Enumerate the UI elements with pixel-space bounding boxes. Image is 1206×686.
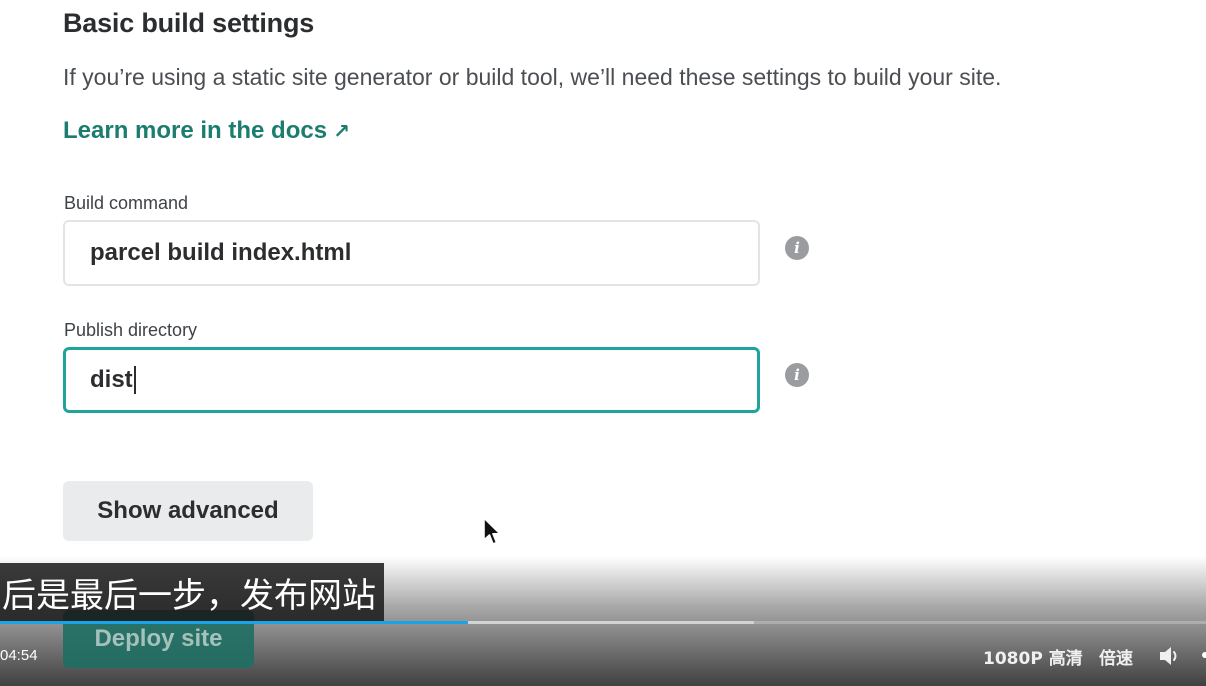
- video-progress-bar[interactable]: [0, 621, 1206, 624]
- build-command-info-icon[interactable]: i: [785, 236, 809, 260]
- video-current-time: 04:54: [0, 647, 38, 664]
- build-command-value: parcel build index.html: [90, 239, 352, 266]
- build-command-input[interactable]: parcel build index.html: [63, 220, 760, 286]
- publish-directory-label: Publish directory: [64, 320, 198, 340]
- quality-selector[interactable]: 1080P 高清: [983, 644, 1083, 669]
- section-title: Basic build settings: [63, 8, 315, 38]
- build-settings-page: Basic build settings If you’re using a s…: [0, 0, 1206, 686]
- publish-directory-input[interactable]: dist: [63, 347, 760, 413]
- section-description: If you’re using a static site generator …: [63, 64, 1002, 90]
- text-caret: [133, 366, 136, 394]
- fullscreen-control-partial-icon[interactable]: [1202, 652, 1206, 658]
- docs-link-label: Learn more in the docs: [63, 117, 328, 144]
- publish-directory-value: dist: [90, 366, 133, 393]
- show-advanced-button[interactable]: Show advanced: [63, 481, 313, 541]
- video-progress-fill: [0, 621, 468, 624]
- build-command-label: Build command: [64, 193, 189, 213]
- docs-link[interactable]: Learn more in the docs ↗: [63, 117, 350, 145]
- video-subtitle: 后是最后一步，发布网站: [0, 563, 384, 622]
- external-link-arrow-icon: ↗: [333, 121, 350, 143]
- publish-directory-info-icon[interactable]: i: [785, 363, 809, 387]
- playback-speed-selector[interactable]: 倍速: [1099, 644, 1133, 669]
- mouse-pointer-icon: [483, 517, 501, 545]
- volume-icon[interactable]: [1158, 645, 1182, 667]
